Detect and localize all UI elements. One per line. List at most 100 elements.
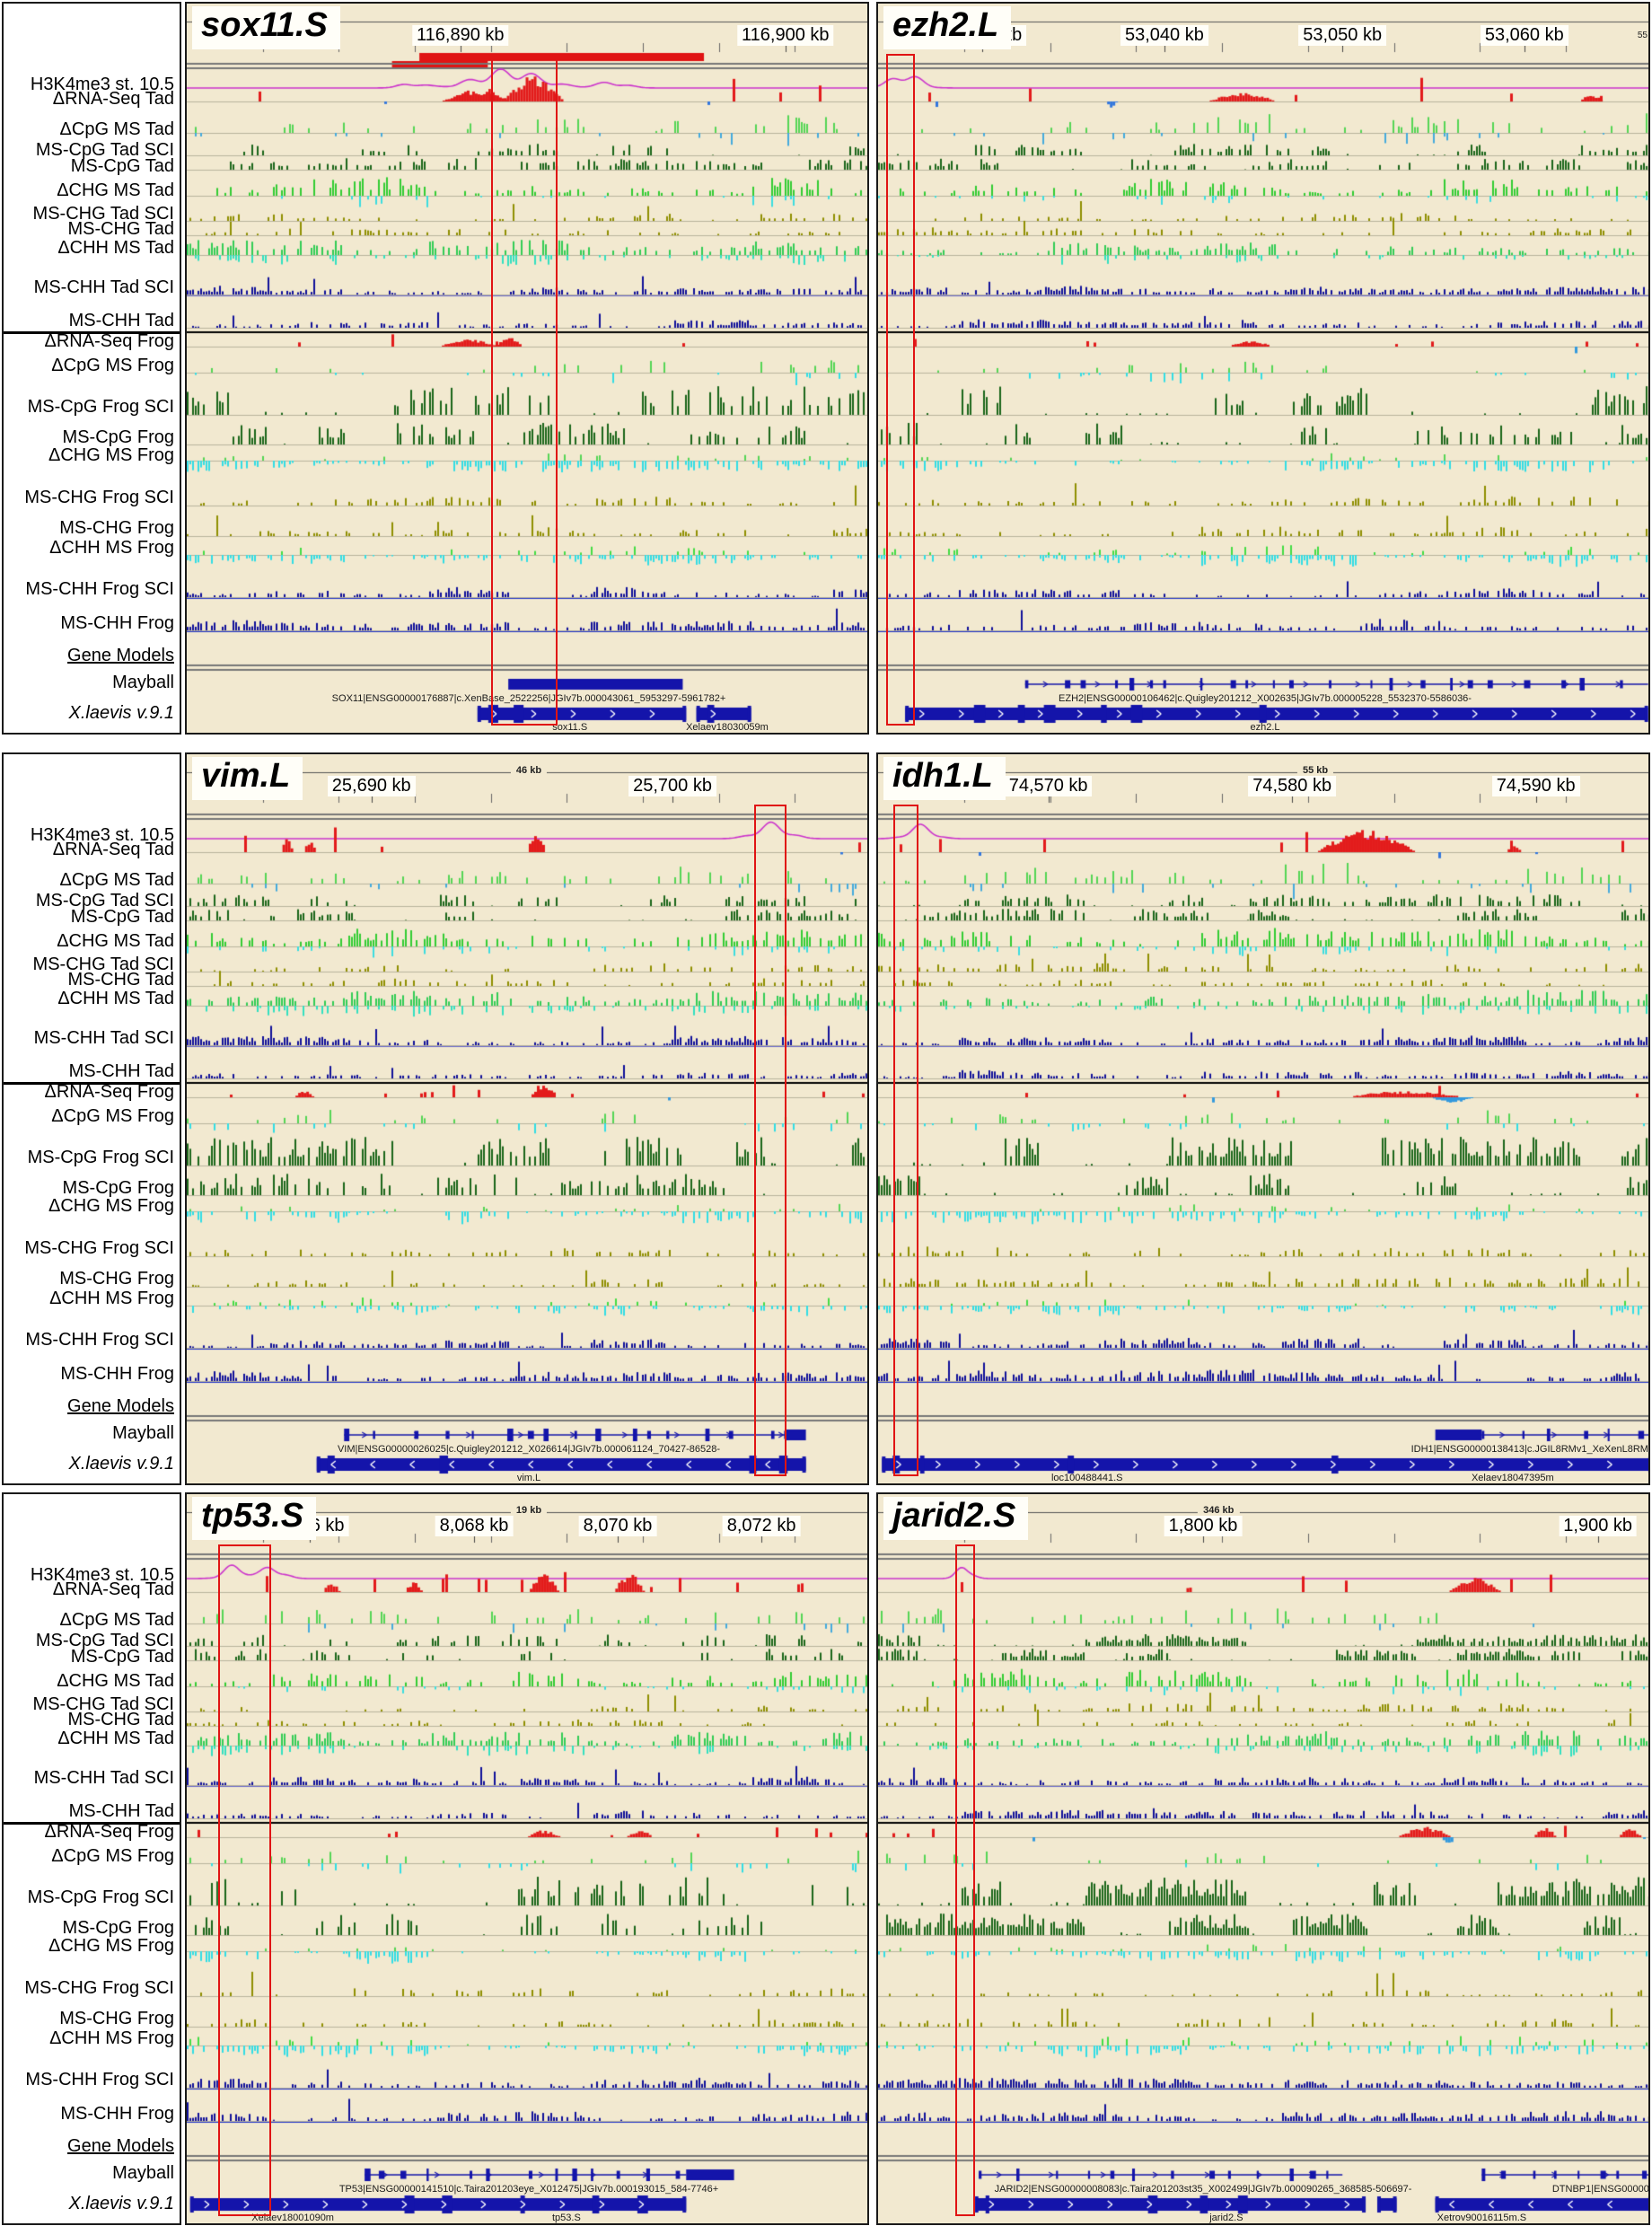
track-label-ms-cpg-frog-sci: MS-CpG Frog SCI <box>28 398 174 416</box>
track-label-column: H3K4me3 st. 10.5ΔRNA-Seq TadΔCpG MS TadM… <box>2 752 181 1485</box>
track-label-ms-chh-tad: MS-CHH Tad <box>69 312 174 330</box>
ruler-tick-label: 74,590 kb <box>1492 776 1580 796</box>
ruler-scale-label: 346 kb <box>1198 1505 1239 1516</box>
track-label--cpg-ms-frog: ΔCpG MS Frog <box>51 1847 174 1865</box>
track-label-ms-chh-tad-sci: MS-CHH Tad SCI <box>34 1029 174 1047</box>
gene-name-label: Xelaev18047395m <box>1472 1473 1554 1483</box>
gene-id-label: JARID2|ENSG00000008083|c.Taira201203st35… <box>995 2184 1412 2195</box>
track-label--cpg-ms-tad: ΔCpG MS Tad <box>60 120 174 138</box>
track-label--chg-ms-frog: ΔCHG MS Frog <box>48 446 174 464</box>
panel-vim: vim.L25,690 kb25,700 kb46 kbVIM|ENSG0000… <box>185 752 869 1485</box>
genome-browser-figure: H3K4me3 st. 10.5ΔRNA-Seq TadΔCpG MS TadM… <box>0 0 1652 2226</box>
track-label-ms-chh-tad-sci: MS-CHH Tad SCI <box>34 1769 174 1787</box>
track-label-ms-chg-tad: MS-CHG Tad <box>67 971 174 989</box>
track-label-gene-models: Gene Models <box>67 1397 174 1415</box>
track-label-ms-chh-tad: MS-CHH Tad <box>69 1802 174 1820</box>
track-label--rna-seq-frog: ΔRNA-Seq Frog <box>44 1823 174 1841</box>
track-label-ms-cpg-frog-sci: MS-CpG Frog SCI <box>28 1888 174 1906</box>
track-label--chh-ms-frog: ΔCHH MS Frog <box>49 1289 174 1307</box>
gene-id-label: EZH2|ENSG00000106462|c.Quigley201212_X00… <box>1059 693 1472 704</box>
panel-idh1: idh1.L74,570 kb74,580 kb74,590 kb55 kbID… <box>876 752 1650 1485</box>
track-label-gene-models: Gene Models <box>67 2137 174 2155</box>
ruler-tick-label: 8,068 kb <box>435 1516 514 1536</box>
track-label-ms-cpg-tad: MS-CpG Tad <box>71 1648 174 1666</box>
tad-frog-separator <box>4 1822 180 1825</box>
track-label-ms-chg-frog: MS-CHG Frog <box>59 1270 174 1288</box>
track-label-mayball: Mayball <box>112 2164 174 2182</box>
track-label--chh-ms-frog: ΔCHH MS Frog <box>49 539 174 557</box>
ruler-tick-label: 74,570 kb <box>1005 776 1093 796</box>
gene-id-label: IDH1|ENSG00000138413|c.JGIL8RMv1_XeXenL8… <box>1411 1444 1650 1455</box>
track-label-mayball: Mayball <box>112 1424 174 1442</box>
gene-title-jarid2: jarid2.S <box>883 1497 1028 1540</box>
track-label-ms-chg-frog: MS-CHG Frog <box>59 2010 174 2028</box>
panel-ezh2: ezh2.L53,030 kb53,040 kb53,050 kb53,060 … <box>876 2 1650 735</box>
ruler-tick-label: 8,072 kb <box>723 1516 801 1536</box>
track-label-x-laevis-v-9-1: X.laevis v.9.1 <box>69 1455 174 1473</box>
track-label--rna-seq-tad: ΔRNA-Seq Tad <box>53 1580 174 1598</box>
gene-id-label: VIM|ENSG00000026025|c.Quigley201212_X026… <box>338 1444 720 1455</box>
track-label--cpg-ms-frog: ΔCpG MS Frog <box>51 356 174 374</box>
track-label--rna-seq-tad: ΔRNA-Seq Tad <box>53 840 174 858</box>
panel-tp53: tp53.S8,066 kb8,068 kb8,070 kb8,072 kb19… <box>185 1492 869 2225</box>
gene-title-idh1: idh1.L <box>883 757 1006 800</box>
highlight-box-sox11 <box>491 54 558 726</box>
panel-sox11: sox11.S116,890 kb116,900 kbSOX11|ENSG000… <box>185 2 869 735</box>
ruler-tick-label: 116,890 kb <box>412 25 509 46</box>
track-label-ms-cpg-tad: MS-CpG Tad <box>71 157 174 175</box>
track-label--rna-seq-frog: ΔRNA-Seq Frog <box>44 1083 174 1101</box>
track-label-ms-chg-tad: MS-CHG Tad <box>67 1711 174 1729</box>
track-label-ms-chh-frog-sci: MS-CHH Frog SCI <box>25 1331 174 1349</box>
track-label--chg-ms-tad: ΔCHG MS Tad <box>57 181 174 199</box>
track-label-ms-chg-frog: MS-CHG Frog <box>59 519 174 537</box>
tracks-canvas-idh1 <box>878 754 1650 1485</box>
ruler-tick-label: 1,800 kb <box>1164 1516 1243 1536</box>
track-label-ms-cpg-frog: MS-CpG Frog <box>63 1179 174 1197</box>
track-label-ms-cpg-tad: MS-CpG Tad <box>71 908 174 926</box>
highlight-box-tp53 <box>218 1544 271 2216</box>
ruler-tick-label: 25,690 kb <box>328 776 416 796</box>
gene-name-label: tp53.S <box>552 2213 581 2223</box>
track-label-ms-chg-frog-sci: MS-CHG Frog SCI <box>24 1239 174 1257</box>
track-label-x-laevis-v-9-1: X.laevis v.9.1 <box>69 704 174 722</box>
track-label-ms-cpg-frog: MS-CpG Frog <box>63 1919 174 1937</box>
track-label--chh-ms-frog: ΔCHH MS Frog <box>49 2029 174 2047</box>
track-label-ms-chh-frog: MS-CHH Frog <box>60 2105 174 2123</box>
ruler-tick-label: 25,700 kb <box>628 776 716 796</box>
track-label-ms-chg-tad: MS-CHG Tad <box>67 220 174 238</box>
track-label-ms-cpg-frog-sci: MS-CpG Frog SCI <box>28 1148 174 1166</box>
tracks-canvas-jarid2 <box>878 1494 1650 2225</box>
ruler-scale-label: 55 kb <box>1297 765 1333 776</box>
gene-title-sox11: sox11.S <box>192 6 340 49</box>
highlight-box-idh1 <box>893 805 918 1476</box>
track-label-ms-chh-tad: MS-CHH Tad <box>69 1062 174 1080</box>
gene-name-label: loc100488441.S <box>1051 1473 1123 1483</box>
track-label--chg-ms-tad: ΔCHG MS Tad <box>57 932 174 950</box>
track-label--rna-seq-frog: ΔRNA-Seq Frog <box>44 332 174 350</box>
gene-title-tp53: tp53.S <box>192 1497 316 1540</box>
track-label--chg-ms-frog: ΔCHG MS Frog <box>48 1937 174 1955</box>
tracks-canvas-ezh2 <box>878 4 1650 735</box>
track-label-ms-chh-frog: MS-CHH Frog <box>60 614 174 632</box>
track-label--rna-seq-tad: ΔRNA-Seq Tad <box>53 90 174 108</box>
track-label--cpg-ms-frog: ΔCpG MS Frog <box>51 1107 174 1125</box>
ruler-tick-label: 53,060 kb <box>1481 25 1569 46</box>
tad-frog-separator <box>4 1082 180 1085</box>
gene-name-label: ezh2.L <box>1250 722 1279 733</box>
track-label-ms-chh-tad-sci: MS-CHH Tad SCI <box>34 278 174 296</box>
track-label-x-laevis-v-9-1: X.laevis v.9.1 <box>69 2195 174 2213</box>
track-label-mayball: Mayball <box>112 673 174 691</box>
gene-name-label: Xetrov90016115m.S <box>1437 2213 1526 2223</box>
ruler-tick-label: 1,900 kb <box>1559 1516 1637 1536</box>
track-label--cpg-ms-tad: ΔCpG MS Tad <box>60 871 174 889</box>
track-label--chh-ms-tad: ΔCHH MS Tad <box>57 990 174 1007</box>
tad-frog-separator <box>4 331 180 334</box>
track-label-ms-cpg-frog: MS-CpG Frog <box>63 428 174 446</box>
track-label-ms-chh-frog-sci: MS-CHH Frog SCI <box>25 580 174 598</box>
track-label-ms-chg-frog-sci: MS-CHG Frog SCI <box>24 488 174 506</box>
track-label-column: H3K4me3 st. 10.5ΔRNA-Seq TadΔCpG MS TadM… <box>2 1492 181 2225</box>
track-label--chh-ms-tad: ΔCHH MS Tad <box>57 1729 174 1747</box>
track-label--chh-ms-tad: ΔCHH MS Tad <box>57 239 174 257</box>
gene-name-label: Xelaev18030059m <box>686 722 769 733</box>
gene-title-vim: vim.L <box>192 757 303 800</box>
